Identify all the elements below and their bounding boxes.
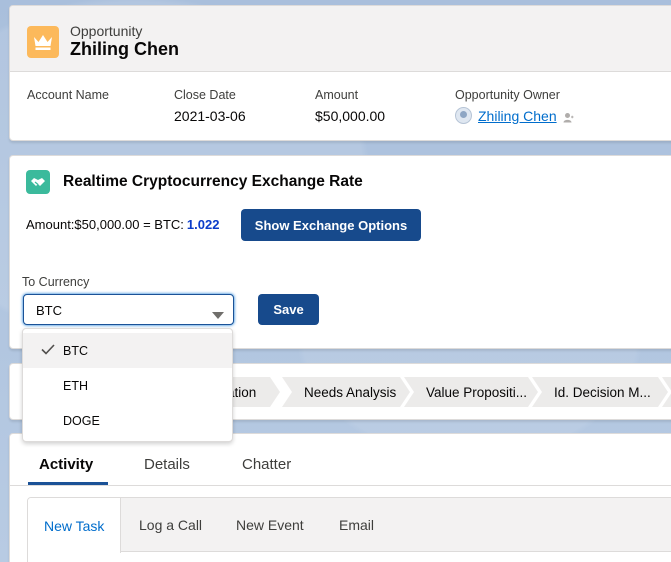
field-account-name: Account Name (27, 88, 109, 108)
owner-avatar (455, 107, 472, 124)
tab-details[interactable]: Details (144, 456, 190, 473)
currency-option[interactable]: BTC (23, 333, 232, 368)
publisher-tab-bar: New Task Log a Call New Event Email (28, 498, 671, 553)
handshake-icon (26, 170, 50, 194)
tab-chatter[interactable]: Chatter (242, 456, 291, 473)
subtab-new-task[interactable]: New Task (28, 498, 122, 553)
exchange-result: Amount:$50,000.00 = BTC: 1.022 (26, 217, 219, 232)
to-currency-label: To Currency (22, 275, 90, 289)
owner-link[interactable]: Zhiling Chen (478, 108, 557, 124)
opportunity-crown-icon (27, 26, 59, 58)
record-header-top: Opportunity Zhiling Chen (10, 6, 671, 72)
field-label: Account Name (27, 88, 109, 102)
change-owner-icon[interactable] (563, 110, 574, 123)
field-label: Opportunity Owner (455, 88, 560, 102)
object-type-label: Opportunity (70, 23, 143, 39)
subtab-new-event[interactable]: New Event (236, 498, 304, 552)
subtab-email[interactable]: Email (339, 498, 374, 552)
card-title: Realtime Cryptocurrency Exchange Rate (63, 173, 363, 190)
path-stage-label: Value Propositi... (426, 384, 528, 400)
field-value: $50,000.00 (315, 108, 386, 124)
rate-value: 1.022 (186, 217, 220, 232)
currency-listbox: BTC ETH DOGE (22, 328, 233, 442)
to-currency-combobox[interactable]: BTC (23, 294, 234, 325)
field-value: 2021-03-06 (174, 108, 246, 124)
field-opportunity-owner: Opportunity Owner Zhiling Chen (455, 88, 574, 124)
subtab-log-a-call[interactable]: Log a Call (139, 498, 202, 552)
field-amount: Amount $50,000.00 (315, 88, 385, 124)
path-stage-label: Needs Analysis (304, 384, 397, 400)
record-header: Opportunity Zhiling Chen Account Name Cl… (9, 5, 671, 141)
crypto-exchange-card: Realtime Cryptocurrency Exchange Rate Am… (9, 155, 671, 349)
amount-text: Amount:$50,000.00 = BTC: (26, 217, 184, 232)
field-label: Close Date (174, 88, 236, 102)
option-label: DOGE (63, 413, 100, 428)
owner-row: Zhiling Chen (455, 107, 574, 124)
field-close-date: Close Date 2021-03-06 (174, 88, 246, 124)
tabs-divider (10, 485, 671, 486)
activity-publisher: New Task Log a Call New Event Email (27, 497, 671, 562)
caret-down-icon (212, 307, 224, 325)
option-label: BTC (63, 343, 88, 358)
path-stage[interactable]: Id. Decision M... (532, 377, 668, 407)
currency-option[interactable]: ETH (23, 368, 232, 403)
field-label: Amount (315, 88, 359, 102)
path-stage[interactable]: Value Propositi... (404, 377, 538, 407)
save-button[interactable]: Save (258, 294, 319, 325)
record-tabs-card: Activity Details Chatter New Task Log a … (9, 433, 671, 562)
combobox-value: BTC (36, 303, 62, 318)
currency-option[interactable]: DOGE (23, 403, 232, 438)
path-stage[interactable]: Needs Analysis (282, 377, 410, 407)
tab-activity[interactable]: Activity (39, 456, 93, 473)
check-icon (41, 344, 55, 358)
option-label: ETH (63, 378, 88, 393)
record-title: Zhiling Chen (70, 39, 179, 59)
path-stage-label: Id. Decision M... (554, 384, 651, 400)
show-exchange-options-button[interactable]: Show Exchange Options (241, 209, 421, 241)
